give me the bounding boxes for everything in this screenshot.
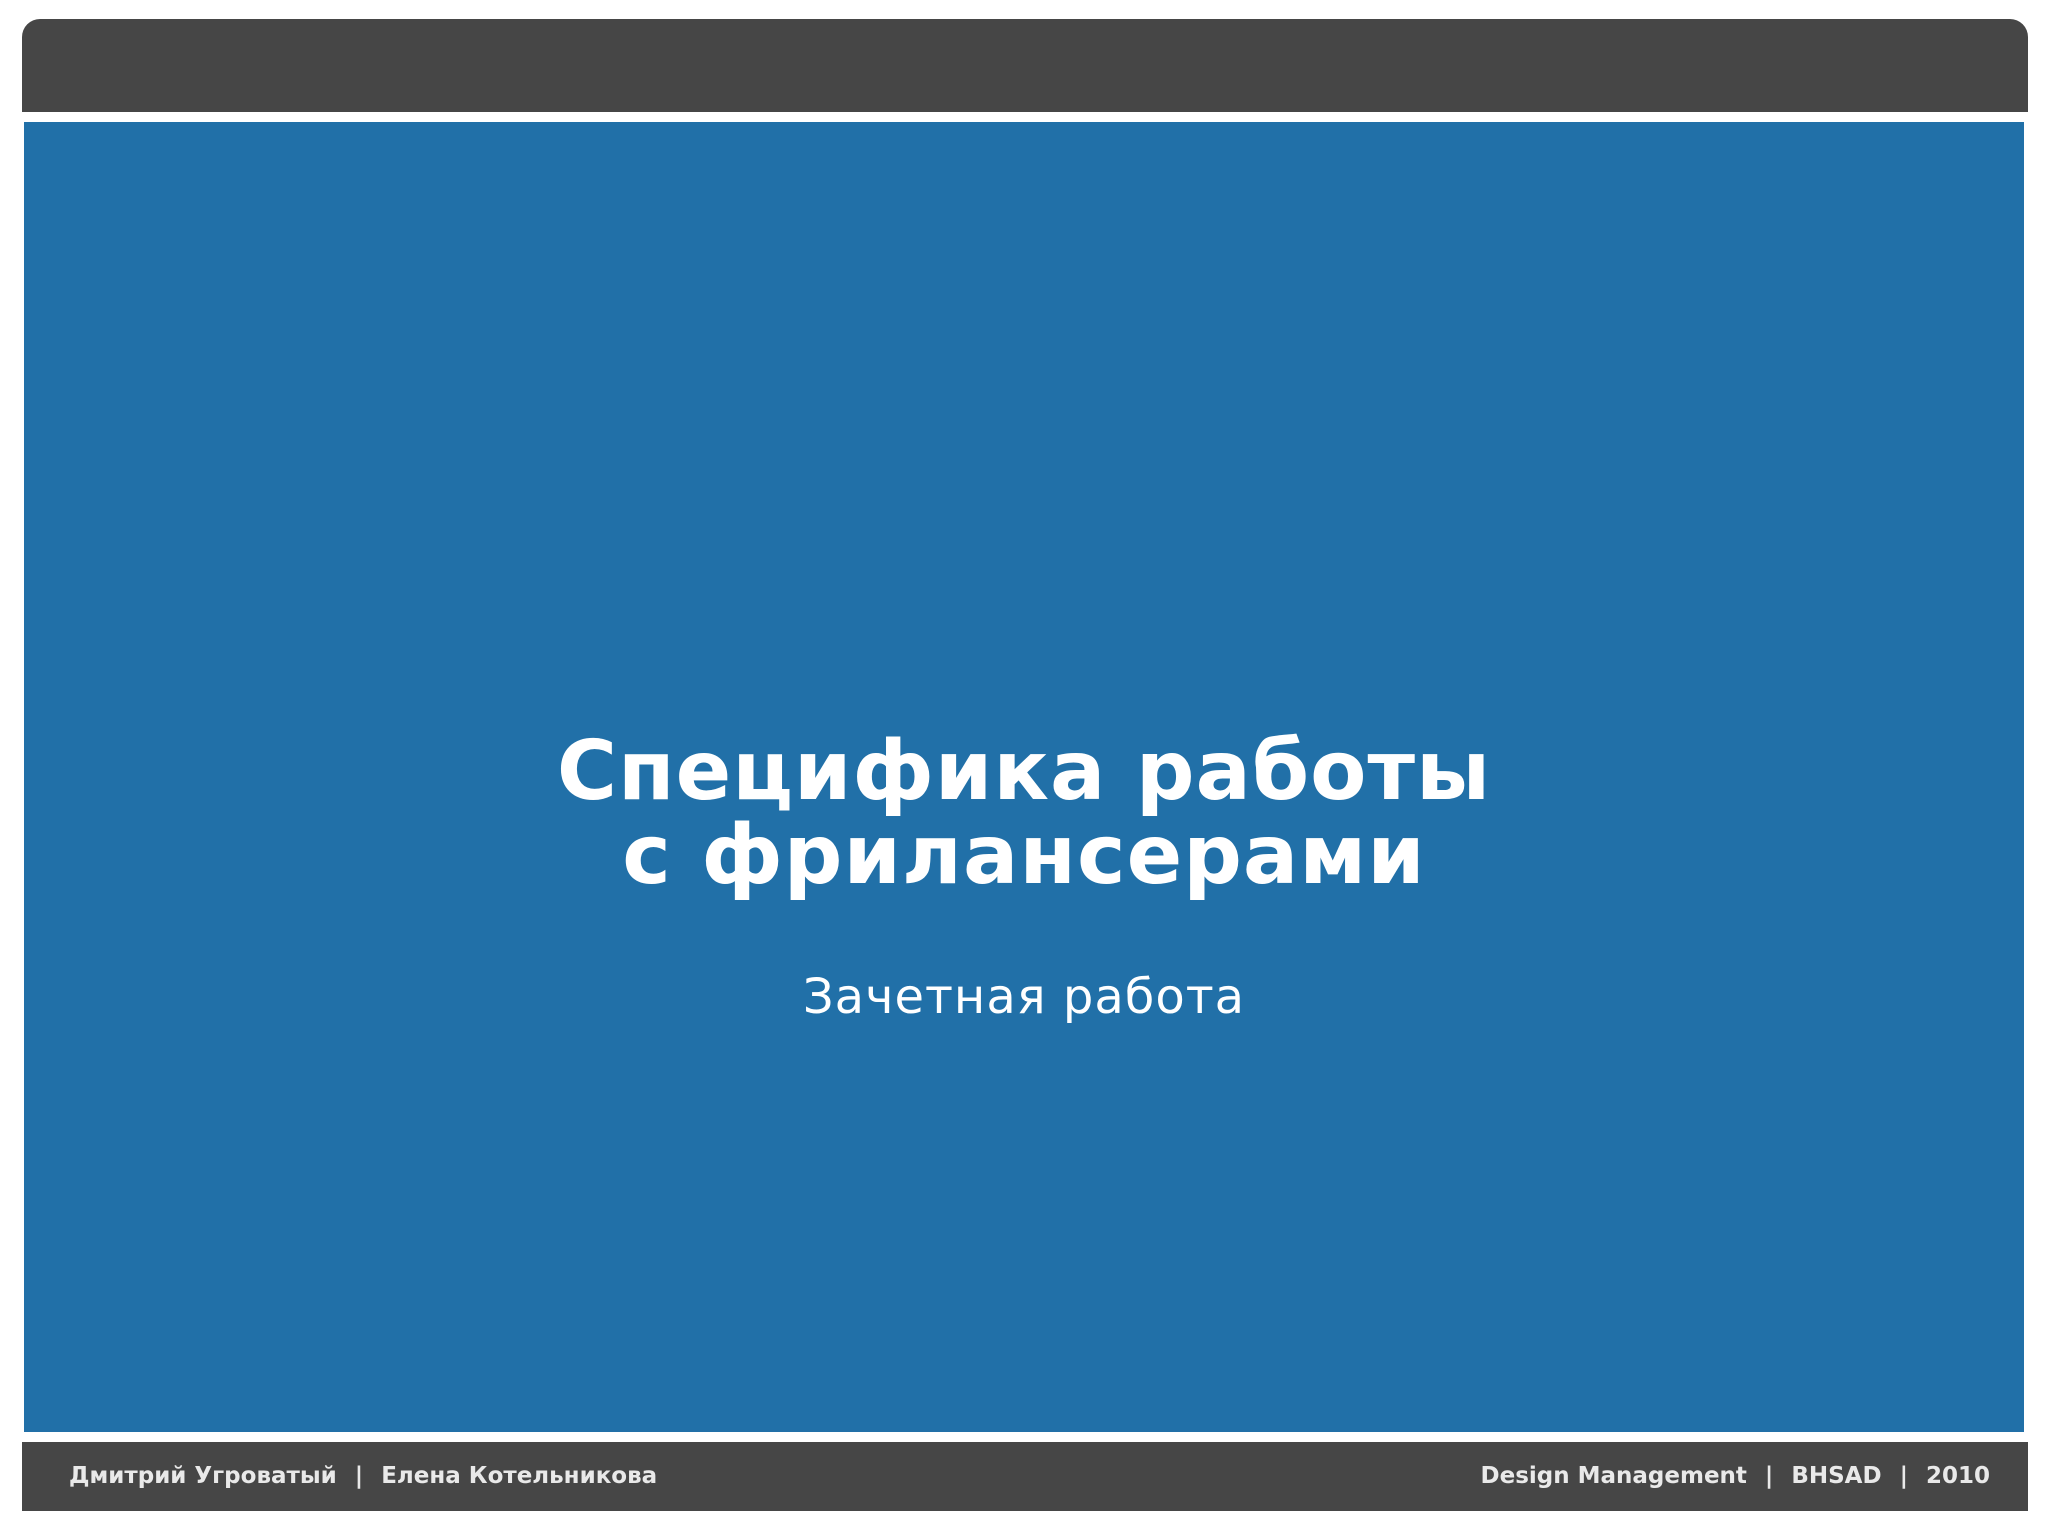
footer-separator: | xyxy=(1764,1463,1774,1489)
top-header-bar xyxy=(22,19,2028,112)
slide-title-line-2: с фрилансерами xyxy=(622,808,1426,903)
footer-separator: | xyxy=(354,1463,364,1489)
author-name-2: Елена Котельникова xyxy=(381,1463,658,1489)
slide-page: Специфика работы с фрилансерами Зачетная… xyxy=(0,0,2048,1537)
year: 2010 xyxy=(1925,1463,1990,1489)
slide-title-line-1: Специфика работы xyxy=(556,724,1492,819)
author-name-1: Дмитрий Угроватый xyxy=(69,1463,337,1489)
school-name: BHSAD xyxy=(1791,1463,1882,1489)
course-name: Design Management xyxy=(1480,1463,1747,1489)
footer-separator: | xyxy=(1899,1463,1908,1489)
slide-subtitle: Зачетная работа xyxy=(802,969,1246,1025)
footer-bar: Дмитрий Угроватый | Елена Котельникова Des… xyxy=(22,1442,2028,1511)
slide-title: Специфика работы с фрилансерами xyxy=(24,730,2024,898)
footer-authors: Дмитрий Угроватый | Елена Котельникова xyxy=(69,1442,657,1511)
slide-content-area: Специфика работы с фрилансерами Зачетная… xyxy=(24,122,2024,1432)
footer-course-info: Design Management | BHSAD | 2010 xyxy=(1481,1442,1991,1511)
